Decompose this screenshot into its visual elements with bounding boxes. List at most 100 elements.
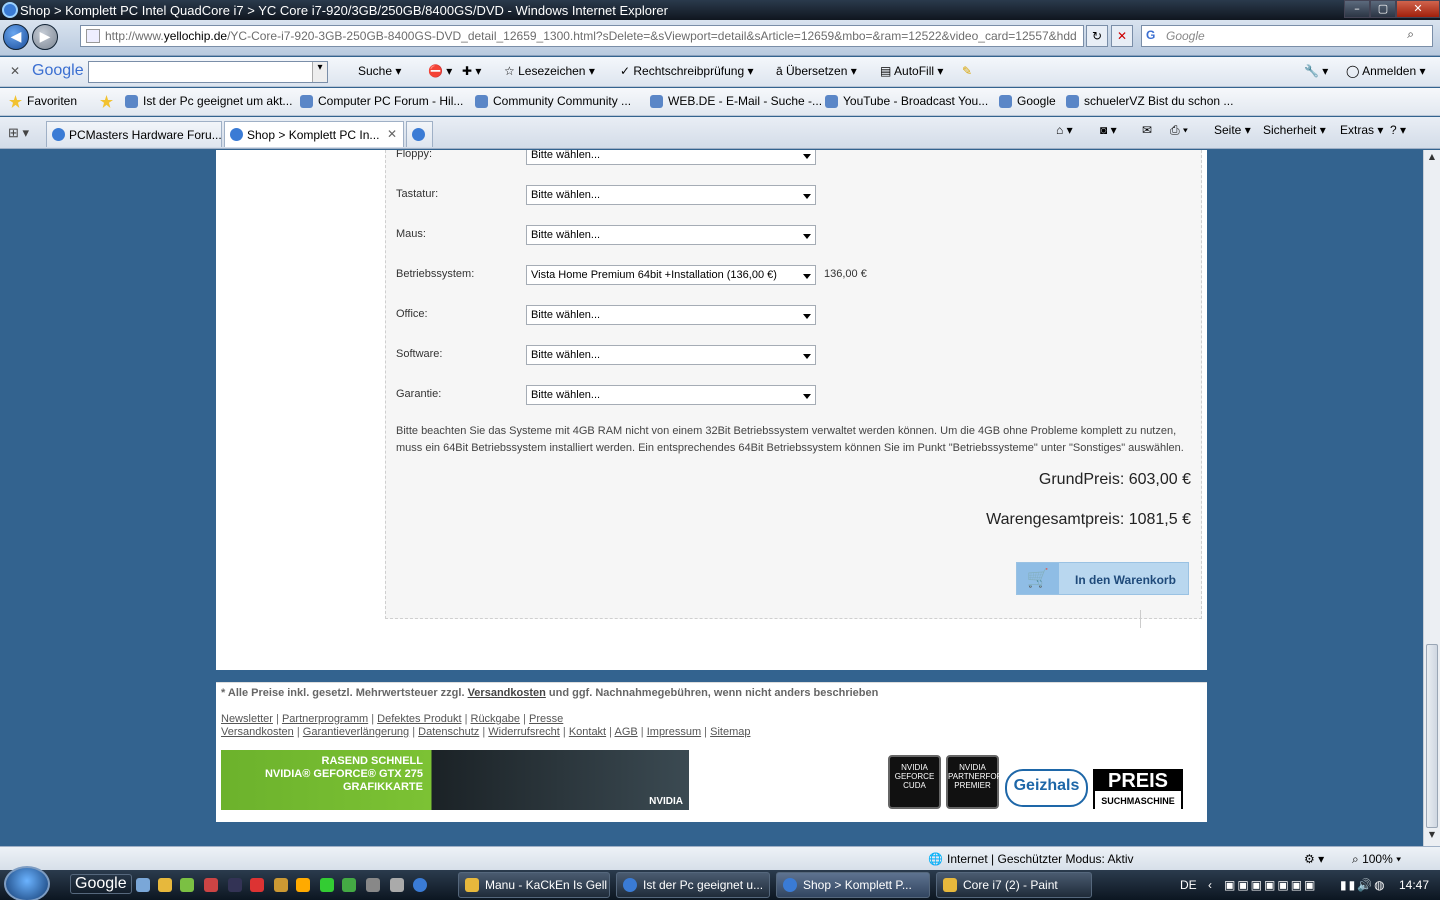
software-select[interactable]: Bitte wählen... [526,345,816,365]
clock[interactable]: 14:47 [1399,878,1429,892]
footer-link-privacy[interactable]: Datenschutz [418,726,479,738]
footer-link-withdrawal[interactable]: Widerrufsrecht [488,726,560,738]
security-zone[interactable]: Internet | Geschützter Modus: Aktiv [947,852,1134,866]
signin-button[interactable]: ◯ Anmelden ▾ [1346,64,1426,78]
quicklaunch-word-icon[interactable] [228,878,242,892]
footer-link-defect[interactable]: Defektes Produkt [377,713,461,725]
footer-link-partner[interactable]: Partnerprogramm [282,713,368,725]
os-select[interactable]: Vista Home Premium 64bit +Installation (… [526,265,816,285]
quicklaunch-icq-icon[interactable] [320,878,334,892]
minimize-button[interactable]: – [1344,0,1370,18]
footer-link-shipping[interactable]: Versandkosten [221,726,294,738]
forward-button[interactable]: ▶ [32,24,58,50]
quicklaunch-explorer-icon[interactable] [158,878,172,892]
footer-link-contact[interactable]: Kontakt [569,726,606,738]
search-box[interactable]: G Google ⌕ [1141,25,1433,47]
fav-item-6[interactable]: Google [999,94,1056,108]
favorites-button[interactable]: Favoriten [9,94,77,108]
back-button[interactable]: ◀ [3,24,29,50]
taskbar-ie-button-1[interactable]: Ist der Pc geeignet u... [616,872,770,898]
quicklaunch-desktop-icon[interactable] [136,878,150,892]
geizhals-logo[interactable]: Geizhals [1005,769,1088,807]
fav-item-1[interactable]: Ist der Pc geeignet um akt... [125,94,292,108]
footer-link-agb[interactable]: AGB [615,726,638,738]
fav-item-3[interactable]: Community Community ... [475,94,631,108]
popup-blocker-icon[interactable]: ⛔ ▾ [428,64,452,78]
extras-menu[interactable]: Extras ▾ [1340,123,1383,137]
spellcheck-button[interactable]: ✓ Rechtschreibprüfung ▾ [620,64,753,78]
pencil-icon[interactable]: ✎ [962,64,972,78]
tray-expand-icon[interactable]: ‹ [1208,878,1212,892]
stop-button[interactable]: ✕ [1111,25,1133,47]
quicklaunch-app-icon[interactable] [204,878,218,892]
taskbar-paint-button[interactable]: Core i7 (2) - Paint [936,872,1092,898]
close-toolbar-icon[interactable]: ✕ [10,64,20,78]
taskbar-folder-button[interactable]: Manu - KaCkEn Is Gell [458,872,610,898]
quicklaunch-player-icon[interactable] [296,878,310,892]
zoom-level[interactable]: ⌕ 100% ▾ [1352,852,1401,867]
warranty-select[interactable]: Bitte wählen... [526,385,816,405]
start-button[interactable] [4,866,50,900]
scroll-up-icon[interactable]: ▲ [1424,152,1440,166]
fav-item-7[interactable]: schuelerVZ Bist du schon ... [1066,94,1233,108]
shipping-link[interactable]: Versandkosten [468,687,546,699]
footer-link-warranty[interactable]: Garantieverlängerung [303,726,409,738]
bookmarks-button[interactable]: ☆ Lesezeichen ▾ [504,64,595,78]
mail-icon[interactable]: ✉ [1142,123,1152,137]
fav-item-2[interactable]: Computer PC Forum - Hil... [300,94,463,108]
nvidia-cuda-logo[interactable]: NVIDIA GEFORCE CUDA [888,755,941,809]
maximize-button[interactable]: ▢ [1370,0,1396,18]
quicklaunch-cut-icon[interactable] [274,878,288,892]
tray-system-icons[interactable]: ▮▮🔊◍ [1340,878,1387,892]
close-tab-icon[interactable]: ✕ [387,127,397,141]
scroll-down-icon[interactable]: ▼ [1424,830,1440,844]
tray-icons[interactable]: ▣▣▣▣▣▣▣ [1224,878,1317,892]
quicklaunch-ie-icon[interactable] [413,878,427,892]
address-bar[interactable]: http://www.yellochip.de/YC-Core-i7-920-3… [80,25,1084,47]
fav-item-4[interactable]: WEB.DE - E-Mail - Suche -... [650,94,822,108]
vertical-scrollbar[interactable]: ▲ ▼ [1423,150,1440,846]
google-toolbar-input[interactable] [88,61,328,83]
scroll-thumb[interactable] [1426,644,1438,828]
language-indicator[interactable]: DE [1180,878,1197,892]
nvidia-partner-logo[interactable]: NVIDIA PARTNERFORCE PREMIER [946,755,1014,809]
floppy-select[interactable]: Bitte wählen... [526,150,816,165]
nvidia-banner[interactable]: RASEND SCHNELL NVIDIA® GEFORCE® GTX 275 … [221,750,689,810]
new-tab-button[interactable] [406,121,433,147]
feeds-icon[interactable]: ◙ ▾ [1100,123,1117,137]
protection-icon[interactable]: ⚙ ▾ [1304,852,1324,866]
mouse-select[interactable]: Bitte wählen... [526,225,816,245]
refresh-button[interactable]: ↻ [1086,25,1108,47]
safety-menu[interactable]: Sicherheit ▾ [1263,123,1326,137]
autofill-button[interactable]: ▤ AutoFill ▾ [880,64,943,78]
footer-link-press[interactable]: Presse [529,713,563,725]
wrench-icon[interactable]: 🔧 ▾ [1304,64,1328,78]
close-window-button[interactable]: ✕ [1396,0,1440,18]
search-icon[interactable]: ⌕ [1407,27,1414,42]
google-deskbar[interactable]: Google [70,874,132,894]
quick-tabs-icon[interactable]: ⊞ ▾ [8,125,29,141]
plus-icon[interactable]: ✚ ▾ [462,64,481,78]
add-to-cart-button[interactable]: 🛒 In den Warenkorb [1016,562,1189,595]
quicklaunch-media-icon[interactable] [180,878,194,892]
home-icon[interactable]: ⌂ ▾ [1056,123,1073,137]
taskbar-ie-button-2[interactable]: Shop > Komplett P... [776,872,930,898]
quicklaunch-steam-icon[interactable] [366,878,380,892]
translate-button[interactable]: ā Übersetzen ▾ [776,64,857,78]
preissuchmaschine-logo[interactable]: PREIS SUCHMASCHINE [1093,769,1183,811]
quicklaunch-nvidia-icon[interactable] [342,878,356,892]
tab-pcmasters[interactable]: PCMasters Hardware Foru... [46,121,222,147]
footer-link-sitemap[interactable]: Sitemap [710,726,750,738]
footer-link-return[interactable]: Rückgabe [471,713,521,725]
keyboard-select[interactable]: Bitte wählen... [526,185,816,205]
help-icon[interactable]: ? ▾ [1390,123,1406,137]
office-select[interactable]: Bitte wählen... [526,305,816,325]
tab-shop[interactable]: Shop > Komplett PC In... ✕ [224,121,404,147]
footer-link-newsletter[interactable]: Newsletter [221,713,273,725]
fav-item-5[interactable]: YouTube - Broadcast You... [825,94,988,108]
print-icon[interactable]: ⎙ ▾ [1170,123,1188,138]
quicklaunch-game-icon[interactable] [250,878,264,892]
page-menu[interactable]: Seite ▾ [1214,123,1251,137]
footer-link-imprint[interactable]: Impressum [647,726,701,738]
quicklaunch-tool-icon[interactable] [390,878,404,892]
